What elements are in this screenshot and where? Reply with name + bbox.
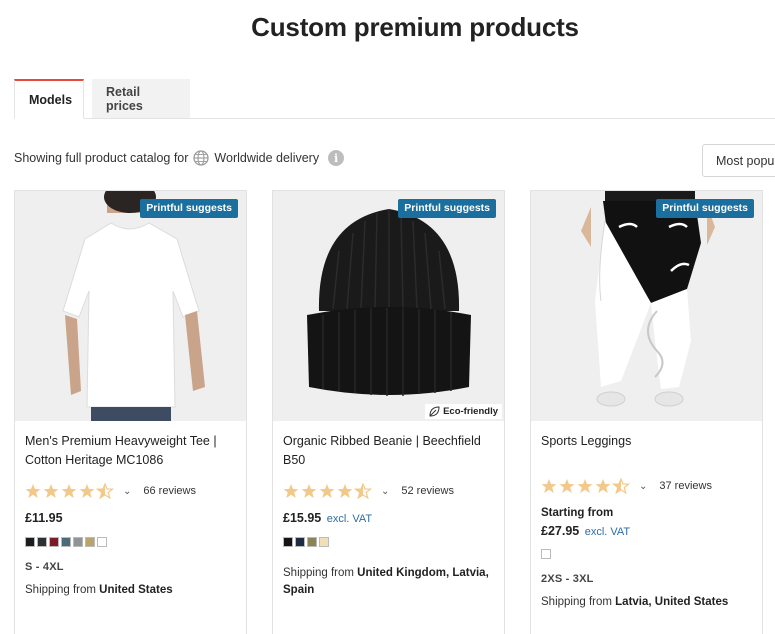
star-rating-icon [283,483,375,499]
leaf-icon [429,406,440,417]
vat-note[interactable]: excl. VAT [585,526,630,538]
color-swatch[interactable] [541,549,551,559]
tab-models[interactable]: Models [14,79,84,119]
product-card[interactable]: Printful suggests Eco-friendly Organic R… [272,190,505,634]
review-count[interactable]: 66 reviews [143,485,196,497]
product-card[interactable]: Printful suggests Men's Premium Heavywei… [14,190,247,634]
color-swatch[interactable] [61,537,71,547]
tab-retail-prices[interactable]: Retail prices [92,79,190,119]
color-swatch[interactable] [37,537,47,547]
sort-dropdown[interactable]: Most popu [702,144,775,177]
color-swatch[interactable] [97,537,107,547]
price-value: £15.95 [283,511,322,525]
shipping-prefix: Shipping from [283,567,358,579]
page-title: Custom premium products [251,12,579,42]
info-icon[interactable]: i [328,150,345,166]
globe-icon [193,150,210,166]
printful-suggests-badge: Printful suggests [656,199,754,218]
eco-friendly-badge: Eco-friendly [425,404,502,419]
review-count[interactable]: 37 reviews [659,480,712,492]
product-image[interactable]: Printful suggests [531,191,762,421]
star-rating-icon [541,478,633,494]
product-rating[interactable]: ⌄ 52 reviews [283,483,454,499]
product-image[interactable]: Printful suggests Eco-friendly [273,191,504,421]
shipping-from: United States [99,584,173,596]
product-card[interactable]: Printful suggests Sports Leggings ⌄ 37 r… [530,190,763,634]
shipping-prefix: Shipping from [541,596,616,608]
beanie-image [273,191,504,421]
star-rating-icon [25,483,117,499]
product-name[interactable]: Organic Ribbed Beanie | Beechfield B50 [283,432,493,470]
color-swatch[interactable] [295,537,305,547]
product-rating[interactable]: ⌄ 66 reviews [25,483,196,499]
chevron-down-icon[interactable]: ⌄ [381,486,389,497]
color-swatch[interactable] [307,537,317,547]
color-swatches [283,537,329,547]
color-swatch[interactable] [319,537,329,547]
price-value: £27.95 [541,524,580,538]
catalog-prefix: Showing full product catalog for [14,151,189,165]
product-name[interactable]: Men's Premium Heavyweight Tee | Cotton H… [25,432,235,470]
price-value: £11.95 [25,511,63,525]
color-swatch[interactable] [73,537,83,547]
delivery-region[interactable]: Worldwide delivery [214,151,319,165]
catalog-info: Showing full product catalog for Worldwi… [14,150,345,166]
product-image[interactable]: Printful suggests [15,191,246,421]
chevron-down-icon[interactable]: ⌄ [123,486,131,497]
product-rating[interactable]: ⌄ 37 reviews [541,478,712,494]
product-price: £11.95 [25,511,63,525]
size-range: 2XS - 3XL [541,573,594,585]
tab-divider [14,118,775,119]
product-price: £27.95 excl. VAT [541,524,630,538]
tshirt-image [15,191,246,421]
vat-note[interactable]: excl. VAT [327,513,372,525]
leggings-image [531,191,762,421]
color-swatches [25,537,107,547]
printful-suggests-badge: Printful suggests [140,199,238,218]
shipping-info: Shipping from United States [25,582,240,599]
product-name[interactable]: Sports Leggings [541,432,751,451]
shipping-info: Shipping from Latvia, United States [541,594,756,611]
color-swatch[interactable] [283,537,293,547]
shipping-prefix: Shipping from [25,584,100,596]
color-swatch[interactable] [25,537,35,547]
shipping-info: Shipping from United Kingdom, Latvia, Sp… [283,565,498,599]
tab-bar: Models Retail prices [14,79,190,119]
size-range: S - 4XL [25,561,64,573]
starting-from-label: Starting from [541,507,614,519]
color-swatch[interactable] [49,537,59,547]
color-swatch[interactable] [85,537,95,547]
shipping-from: Latvia, United States [615,596,729,608]
color-swatches [541,549,551,559]
printful-suggests-badge: Printful suggests [398,199,496,218]
review-count[interactable]: 52 reviews [401,485,454,497]
eco-label: Eco-friendly [443,406,498,417]
product-price: £15.95 excl. VAT [283,511,372,525]
chevron-down-icon[interactable]: ⌄ [639,481,647,492]
